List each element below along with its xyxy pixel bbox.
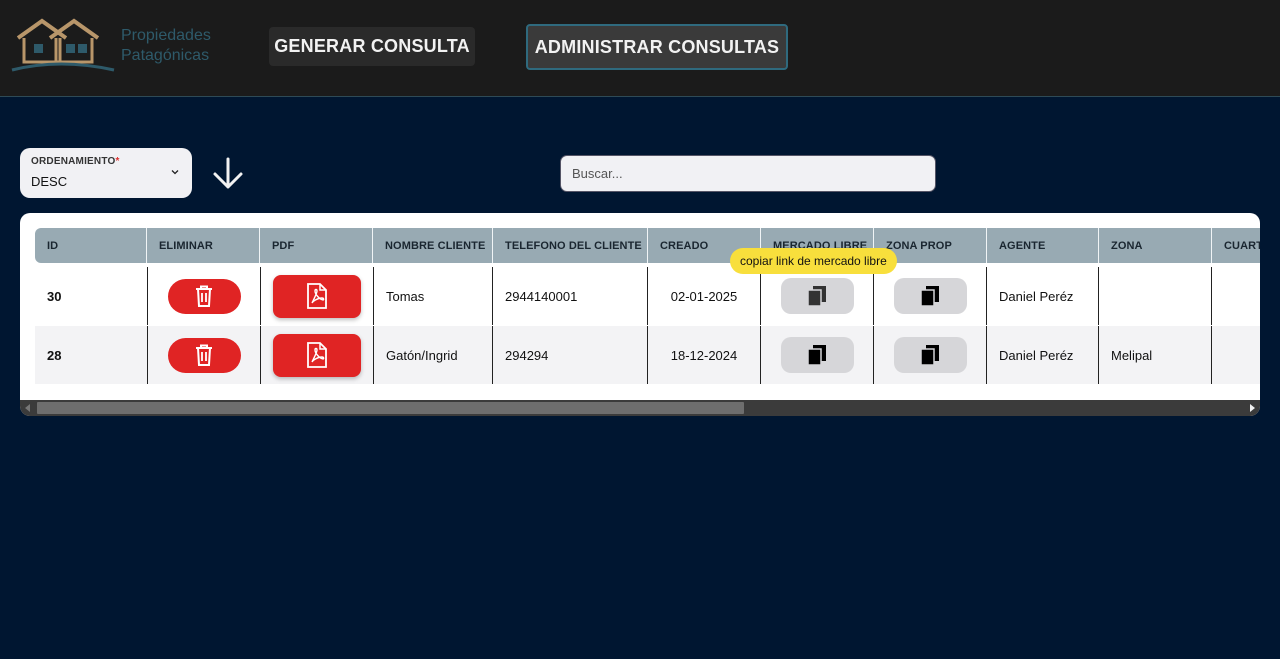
horizontal-scrollbar[interactable] xyxy=(20,400,1260,416)
trash-icon xyxy=(196,285,212,307)
nav-administrar-consultas-button[interactable]: ADMINISTRAR CONSULTAS xyxy=(526,24,788,70)
column-header-id[interactable]: ID xyxy=(35,228,147,263)
cell-zona-prop xyxy=(874,267,987,325)
house-logo-icon xyxy=(11,18,115,72)
cell-zona: Melipal xyxy=(1099,326,1212,384)
copy-zona-prop-button[interactable] xyxy=(893,337,967,373)
trash-icon xyxy=(196,344,212,366)
cell-telefono: 2944140001 xyxy=(493,267,648,325)
cell-zona-prop xyxy=(874,326,987,384)
pdf-icon xyxy=(307,283,327,309)
scroll-right-arrow-icon xyxy=(1250,404,1255,412)
column-header-telefono[interactable]: TELEFONO DEL CLIENTE xyxy=(493,228,648,263)
top-header: Propiedades Patagónicas GENERAR CONSULTA… xyxy=(0,0,1280,97)
copy-mercado-libre-tooltip: copiar link de mercado libre xyxy=(730,248,897,274)
search-input[interactable] xyxy=(560,155,936,192)
ordering-label: ORDENAMIENTO* xyxy=(31,156,120,167)
company-logo[interactable]: Propiedades Patagónicas xyxy=(10,16,230,76)
cell-nombre: Tomas xyxy=(374,267,493,325)
copy-icon xyxy=(807,345,826,366)
copy-icon xyxy=(920,345,939,366)
column-header-zona[interactable]: ZONA xyxy=(1099,228,1212,263)
pdf-button[interactable] xyxy=(273,274,361,318)
delete-button[interactable] xyxy=(167,278,241,314)
cell-id: 28 xyxy=(35,326,148,384)
delete-button[interactable] xyxy=(167,337,241,373)
cell-mercado-libre xyxy=(761,326,874,384)
cell-nombre: Gatón/Ingrid xyxy=(374,326,493,384)
cell-pdf xyxy=(261,326,374,384)
cell-creado: 18-12-2024 xyxy=(648,326,761,384)
pdf-button[interactable] xyxy=(273,333,361,377)
nav-generar-consulta-button[interactable]: GENERAR CONSULTA xyxy=(269,27,475,66)
table-row: 28 Gatón/Ingrid 294294 18-12-2024 Daniel… xyxy=(35,326,1260,384)
chevron-down-icon xyxy=(171,170,179,175)
cell-pdf xyxy=(261,267,374,325)
consultas-table: ID ELIMINAR PDF NOMBRE CLIENTE TELEFONO … xyxy=(35,228,1260,400)
cell-telefono: 294294 xyxy=(493,326,648,384)
cell-eliminar xyxy=(148,326,261,384)
copy-mercado-libre-button[interactable] xyxy=(780,337,854,373)
scroll-left-arrow-icon xyxy=(25,404,30,412)
pdf-icon xyxy=(307,342,327,368)
cell-eliminar xyxy=(148,267,261,325)
cell-cuartos xyxy=(1212,267,1260,325)
table-row: 30 Tomas 2944140001 02-01-2025 Daniel Pe… xyxy=(35,267,1260,325)
logo-text: Propiedades Patagónicas xyxy=(121,26,211,66)
cell-mercado-libre xyxy=(761,267,874,325)
required-mark: * xyxy=(115,156,120,167)
logo-text-line1: Propiedades xyxy=(121,27,211,44)
table-header-row: ID ELIMINAR PDF NOMBRE CLIENTE TELEFONO … xyxy=(35,228,1260,263)
logo-text-line2: Patagónicas xyxy=(121,47,210,64)
scroll-thumb[interactable] xyxy=(37,402,744,414)
column-header-cuartos[interactable]: CUARTOS xyxy=(1212,228,1260,263)
consultas-table-card: ID ELIMINAR PDF NOMBRE CLIENTE TELEFONO … xyxy=(20,213,1260,416)
scroll-right-button[interactable] xyxy=(1244,400,1260,416)
cell-creado: 02-01-2025 xyxy=(648,267,761,325)
copy-mercado-libre-button[interactable] xyxy=(780,278,854,314)
column-header-agente[interactable]: AGENTE xyxy=(987,228,1099,263)
arrow-down-icon[interactable] xyxy=(210,155,246,193)
column-header-eliminar[interactable]: ELIMINAR xyxy=(147,228,260,263)
scroll-left-button[interactable] xyxy=(20,400,36,416)
cell-id: 30 xyxy=(35,267,148,325)
cell-cuartos xyxy=(1212,326,1260,384)
cell-agente: Daniel Peréz xyxy=(987,326,1099,384)
ordering-select[interactable]: ORDENAMIENTO* DESC xyxy=(20,148,192,198)
cell-zona xyxy=(1099,267,1212,325)
copy-icon xyxy=(920,286,939,307)
cell-agente: Daniel Peréz xyxy=(987,267,1099,325)
copy-zona-prop-button[interactable] xyxy=(893,278,967,314)
column-header-pdf[interactable]: PDF xyxy=(260,228,373,263)
ordering-value: DESC xyxy=(31,174,68,189)
copy-icon xyxy=(807,286,826,307)
column-header-nombre-cliente[interactable]: NOMBRE CLIENTE xyxy=(373,228,493,263)
